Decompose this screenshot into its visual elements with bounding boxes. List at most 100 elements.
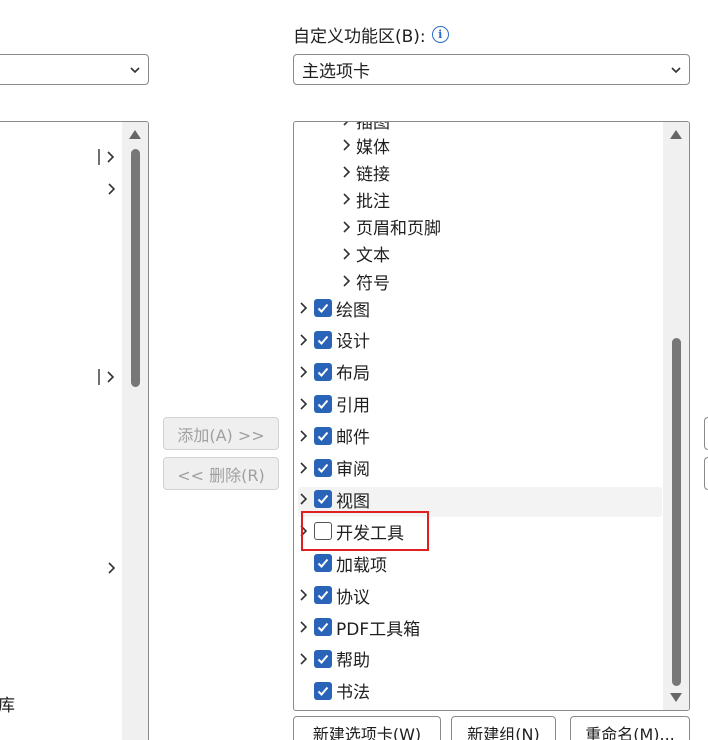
tree-tab-item[interactable]: 邮件 [299, 421, 370, 451]
scroll-up-icon[interactable] [670, 130, 682, 139]
tree-group-label: 媒体 [356, 137, 390, 158]
tab-checkbox[interactable] [314, 330, 332, 349]
list-item-partial[interactable]: 库 [0, 691, 15, 716]
expand-arrow-icon[interactable] [299, 396, 309, 412]
scroll-down-icon[interactable] [670, 693, 682, 702]
tab-checkbox[interactable] [314, 394, 332, 413]
tree-tab-item[interactable]: 协议 [299, 580, 370, 610]
checkmark-icon [317, 463, 329, 473]
checkmark-icon [317, 559, 329, 569]
remove-button[interactable]: << 删除(R) [163, 457, 279, 490]
checkmark-icon [317, 495, 329, 505]
commands-scrollbar[interactable] [122, 122, 148, 740]
expand-arrow-icon[interactable] [342, 121, 352, 128]
tree-tab-item[interactable]: 帮助 [299, 644, 370, 674]
scroll-thumb[interactable] [672, 338, 681, 686]
tab-checkbox[interactable] [314, 618, 332, 636]
tree-group-item[interactable]: 页眉和页脚 [342, 212, 441, 242]
tree-group-label: 页眉和页脚 [356, 219, 441, 240]
expand-arrow-icon[interactable] [299, 491, 309, 507]
tree-tab-label: 布局 [336, 364, 370, 385]
expand-arrow-icon[interactable] [106, 559, 118, 577]
tree-tab-label: 审阅 [336, 460, 370, 480]
tree-group-label: 批注 [356, 191, 390, 212]
checkmark-icon [317, 399, 329, 409]
ribbon-tree[interactable]: 插图 媒体 链接 批注 页眉和页脚 文本 符号 绘图 设计 布局 引用 邮件 审阅 视图 开发工具 加载项 协议… [293, 121, 690, 711]
tree-tab-item[interactable]: 视图 [299, 484, 370, 514]
checkmark-icon [317, 686, 329, 696]
chevron-down-icon [130, 67, 140, 74]
checkmark-icon [317, 335, 329, 345]
rename-button[interactable]: 重命名(M)... [570, 716, 690, 740]
expand-arrow-icon[interactable] [299, 332, 309, 348]
tree-tab-item[interactable]: PDF工具箱 [299, 612, 420, 642]
tab-checkbox[interactable] [314, 299, 332, 317]
expand-arrow-icon[interactable] [106, 180, 118, 198]
checkmark-icon [317, 303, 329, 313]
commands-list[interactable]: 库 [0, 121, 149, 740]
expand-arrow-icon[interactable] [299, 428, 309, 444]
expand-arrow-icon[interactable] [299, 300, 309, 316]
tab-checkbox[interactable] [314, 681, 332, 700]
expand-arrow-icon[interactable] [342, 191, 352, 207]
tree-tab-item[interactable]: 绘图 [299, 293, 370, 323]
expand-arrow-icon[interactable] [97, 148, 121, 166]
expand-arrow-icon[interactable] [342, 164, 352, 180]
tree-group-item[interactable]: 符号 [342, 266, 390, 296]
info-icon[interactable]: i [431, 26, 449, 43]
highlight-annotation [301, 511, 429, 551]
expand-arrow-icon[interactable] [299, 364, 309, 380]
tab-checkbox[interactable] [314, 649, 332, 668]
tree-tab-item[interactable]: 布局 [299, 357, 370, 387]
new-group-button[interactable]: 新建组(N) [451, 716, 556, 740]
tree-tab-label: 引用 [336, 396, 370, 417]
tree-group-item[interactable]: 媒体 [342, 130, 390, 160]
tab-checkbox[interactable] [314, 458, 332, 477]
tree-tab-item[interactable]: 设计 [299, 325, 370, 355]
expand-arrow-icon[interactable] [97, 368, 121, 386]
tree-tab-label: 绘图 [336, 300, 370, 321]
checkmark-icon [317, 622, 329, 632]
scroll-up-icon[interactable] [129, 130, 141, 139]
tree-tab-label: PDF工具箱 [336, 619, 421, 640]
tree-group-item[interactable]: 文本 [342, 239, 390, 269]
tree-tab-label: 书法 [336, 683, 370, 704]
tree-tab-label: 加载项 [336, 555, 387, 576]
tree-tab-label: 帮助 [336, 651, 370, 672]
tab-checkbox[interactable] [314, 586, 332, 605]
tree-tab-item[interactable]: 审阅 [299, 453, 370, 483]
expand-arrow-icon[interactable] [342, 137, 352, 153]
tree-group-item[interactable]: 链接 [342, 157, 390, 187]
expand-arrow-icon[interactable] [299, 587, 309, 603]
tab-checkbox[interactable] [314, 490, 332, 509]
customize-ribbon-label: 自定义功能区(B): i [293, 22, 449, 47]
customize-ribbon-label-text: 自定义功能区(B): [293, 27, 426, 47]
checkmark-icon [317, 654, 329, 664]
expand-arrow-icon[interactable] [299, 619, 309, 635]
choose-commands-select[interactable] [0, 54, 149, 85]
expand-arrow-icon[interactable] [342, 219, 352, 235]
customize-ribbon-value: 主选项卡 [302, 62, 370, 82]
tab-checkbox[interactable] [314, 554, 332, 573]
expand-arrow-icon[interactable] [342, 273, 352, 289]
expand-arrow-icon[interactable] [299, 651, 309, 667]
customize-ribbon-select[interactable]: 主选项卡 [293, 54, 690, 85]
move-down-button[interactable] [704, 457, 708, 490]
tree-group-label: 符号 [356, 273, 390, 294]
checkmark-icon [317, 367, 329, 377]
move-up-button[interactable] [704, 417, 708, 450]
expand-arrow-icon[interactable] [342, 246, 352, 262]
tree-tab-item[interactable]: 书法 [299, 676, 370, 706]
expand-arrow-icon[interactable] [299, 460, 309, 476]
tab-checkbox[interactable] [314, 362, 332, 381]
ribbon-scrollbar[interactable] [663, 122, 689, 710]
tree-tab-item[interactable]: 引用 [299, 389, 370, 419]
add-button[interactable]: 添加(A) >> [163, 417, 279, 450]
tab-checkbox[interactable] [314, 426, 332, 445]
tree-group-item[interactable]: 批注 [342, 184, 390, 214]
tree-tab-item[interactable]: 加载项 [299, 548, 387, 578]
tree-tab-label: 视图 [336, 491, 370, 512]
new-tab-button[interactable]: 新建选项卡(W) [293, 716, 441, 740]
tree-tab-label: 邮件 [336, 428, 370, 449]
scroll-thumb[interactable] [131, 149, 140, 387]
